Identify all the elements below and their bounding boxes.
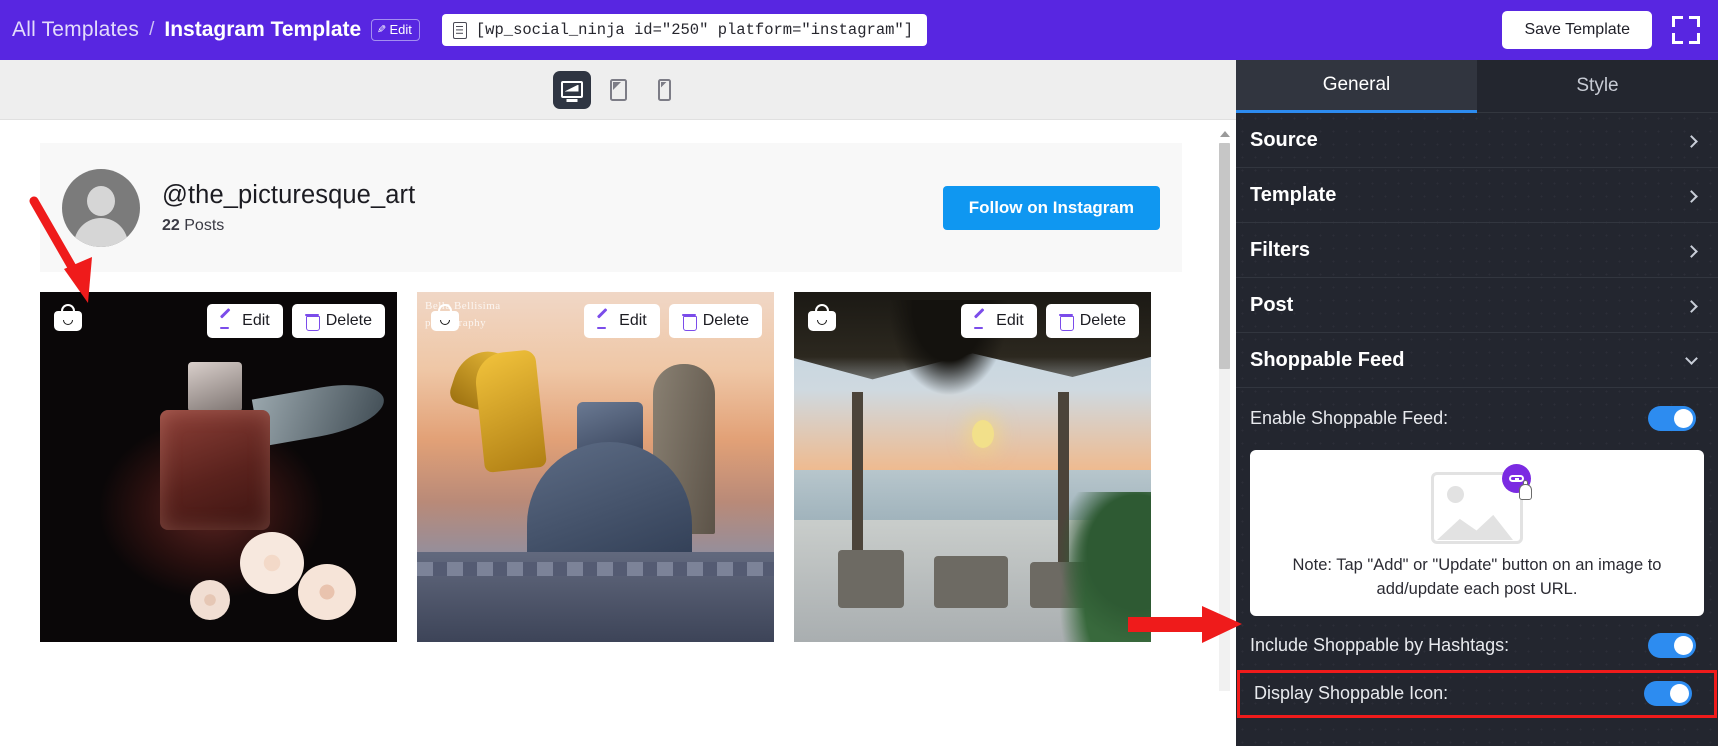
chevron-right-icon <box>1685 186 1698 204</box>
accordion-shoppable-feed[interactable]: Shoppable Feed <box>1236 333 1718 388</box>
device-preview-toolbar <box>0 60 1236 120</box>
document-icon <box>452 21 467 39</box>
accordion-post-label: Post <box>1250 293 1294 316</box>
accordion-shoppable-feed-label: Shoppable Feed <box>1250 348 1405 371</box>
post-image-perfume <box>40 292 397 642</box>
template-preview-canvas: @the_picturesque_art 22 Posts Follow on … <box>0 121 1236 746</box>
shoppable-bag-icon[interactable] <box>808 304 836 331</box>
accordion-post[interactable]: Post <box>1236 278 1718 333</box>
accordion-filters[interactable]: Filters <box>1236 223 1718 278</box>
shortcode-field[interactable]: [wp_social_ninja id="250" platform="inst… <box>441 14 928 46</box>
post-actions: Edit Delete <box>207 304 385 338</box>
trash-icon <box>1058 313 1074 331</box>
post-edit-label: Edit <box>242 312 270 329</box>
accordion-template[interactable]: Template <box>1236 168 1718 223</box>
chevron-down-icon <box>1685 351 1698 369</box>
breadcrumb-separator: / <box>149 19 155 40</box>
fullscreen-icon[interactable] <box>1672 16 1700 44</box>
post-delete-label: Delete <box>325 312 372 329</box>
feed-post-card[interactable]: Edit Delete <box>794 292 1151 642</box>
scrollbar-thumb[interactable] <box>1219 143 1230 369</box>
post-edit-button[interactable]: Edit <box>584 304 660 338</box>
preview-scrollbar[interactable] <box>1219 131 1230 691</box>
display-shoppable-icon-label: Display Shoppable Icon: <box>1254 683 1449 704</box>
post-delete-button[interactable]: Delete <box>668 304 762 338</box>
pencil-icon <box>220 314 235 329</box>
accordion-template-label: Template <box>1250 183 1337 206</box>
settings-tabs: General Style <box>1236 60 1718 113</box>
setting-display-shoppable-icon: Display Shoppable Icon: <box>1237 669 1717 718</box>
pencil-icon <box>974 314 989 329</box>
post-edit-button[interactable]: Edit <box>207 304 283 338</box>
post-edit-label: Edit <box>996 312 1024 329</box>
shoppable-bag-icon[interactable] <box>431 304 459 331</box>
profile-posts-count: 22 Posts <box>162 217 415 235</box>
rename-template-button[interactable]: ✎ Edit <box>371 19 420 41</box>
shoppable-note-text: Note: Tap "Add" or "Update" button on an… <box>1292 556 1662 598</box>
posts-number: 22 <box>162 216 180 234</box>
scroll-up-arrow-icon[interactable] <box>1220 131 1230 137</box>
feed-post-card[interactable]: Bella Bellisimaphotography Edit Delete <box>417 292 774 642</box>
accordion-filters-label: Filters <box>1250 238 1311 261</box>
breadcrumb: All Templates / Instagram Template ✎ Edi… <box>12 18 420 42</box>
hand-cursor-icon <box>1519 480 1535 502</box>
profile-handle: @the_picturesque_art <box>162 180 416 209</box>
rename-template-label: Edit <box>389 22 412 37</box>
tablet-icon <box>609 78 627 101</box>
post-edit-label: Edit <box>619 312 647 329</box>
avatar <box>62 168 140 247</box>
settings-panel: General Style Source Template Filters Po… <box>1236 60 1718 746</box>
post-delete-label: Delete <box>1079 312 1126 329</box>
post-image-beach <box>794 292 1151 642</box>
profile-text: @the_picturesque_art 22 Posts <box>162 181 415 235</box>
mobile-icon <box>657 78 671 101</box>
trash-icon <box>304 313 320 331</box>
shoppable-note-card: Note: Tap "Add" or "Update" button on an… <box>1250 450 1704 616</box>
post-actions: Edit Delete <box>961 304 1139 338</box>
save-template-button[interactable]: Save Template <box>1502 11 1652 49</box>
shoppable-bag-icon[interactable] <box>54 304 82 331</box>
feed-post-card[interactable]: Edit Delete <box>40 292 397 642</box>
post-delete-button[interactable]: Delete <box>291 304 385 338</box>
breadcrumb-all-templates[interactable]: All Templates <box>12 18 139 42</box>
tab-general[interactable]: General <box>1236 60 1477 113</box>
include-shoppable-by-hashtags-label: Include Shoppable by Hashtags: <box>1250 635 1510 656</box>
setting-enable-shoppable-feed: Enable Shoppable Feed: <box>1236 394 1718 442</box>
include-shoppable-by-hashtags-toggle[interactable] <box>1648 633 1696 659</box>
enable-shoppable-feed-toggle[interactable] <box>1648 405 1696 431</box>
instagram-feed: @the_picturesque_art 22 Posts Follow on … <box>40 143 1182 642</box>
device-mobile-button[interactable] <box>645 71 683 109</box>
desktop-icon <box>561 81 583 98</box>
pencil-icon: ✎ <box>377 24 387 36</box>
trash-icon <box>681 313 697 331</box>
pencil-icon <box>597 314 612 329</box>
breadcrumb-current: Instagram Template <box>164 18 362 41</box>
display-shoppable-icon-toggle[interactable] <box>1644 681 1692 707</box>
app-topbar: All Templates / Instagram Template ✎ Edi… <box>0 0 1718 60</box>
shortcode-text: [wp_social_ninja id="250" platform="inst… <box>475 21 914 39</box>
chevron-right-icon <box>1685 241 1698 259</box>
posts-label: Posts <box>184 216 225 234</box>
feed-profile-header: @the_picturesque_art 22 Posts Follow on … <box>40 143 1182 272</box>
accordion-source[interactable]: Source <box>1236 113 1718 168</box>
device-desktop-button[interactable] <box>553 70 591 109</box>
setting-include-shoppable-by-hashtags: Include Shoppable by Hashtags: <box>1236 622 1718 670</box>
image-placeholder-icon <box>1431 464 1532 544</box>
post-delete-label: Delete <box>702 312 749 329</box>
post-actions: Edit Delete <box>584 304 762 338</box>
device-tablet-button[interactable] <box>599 71 637 109</box>
tab-style[interactable]: Style <box>1477 60 1718 113</box>
topbar-actions: Save Template <box>1502 11 1718 49</box>
post-image-angel: Bella Bellisimaphotography <box>417 292 774 642</box>
post-delete-button[interactable]: Delete <box>1045 304 1139 338</box>
enable-shoppable-feed-label: Enable Shoppable Feed: <box>1250 407 1449 428</box>
accordion-source-label: Source <box>1250 128 1318 151</box>
feed-post-grid: Edit Delete Bella Bellisimaphotography <box>40 292 1182 642</box>
follow-on-instagram-button[interactable]: Follow on Instagram <box>942 185 1160 230</box>
chevron-right-icon <box>1685 296 1698 314</box>
post-edit-button[interactable]: Edit <box>961 304 1037 338</box>
chevron-right-icon <box>1685 131 1698 149</box>
